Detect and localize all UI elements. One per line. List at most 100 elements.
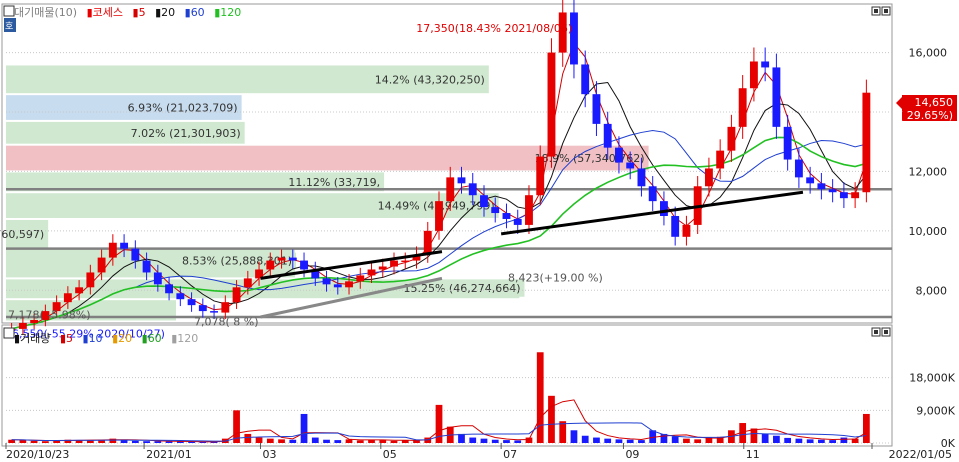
volume-profile-label-4: 1.24% (3,760,597) — [0, 228, 44, 241]
volume-bar-22 — [255, 437, 263, 443]
candle-body-44 — [502, 213, 511, 219]
legend-supply: 대기매물(10) — [14, 6, 77, 19]
volume-bar-23 — [266, 438, 274, 443]
candle-body-67 — [761, 61, 770, 68]
volume-bar-34 — [390, 440, 398, 443]
candle-body-17 — [198, 305, 207, 312]
volume-bar-35 — [401, 440, 409, 443]
candle-body-76 — [862, 92, 871, 193]
volume-bar-67 — [761, 433, 769, 443]
volume-bar-31 — [356, 440, 364, 443]
candle-body-65 — [738, 88, 747, 127]
volume-bar-43 — [491, 439, 499, 443]
candle-body-52 — [592, 94, 601, 124]
candle-body-34 — [390, 260, 398, 267]
volume-bar-47 — [536, 352, 544, 443]
volume-bar-66 — [750, 428, 758, 443]
candle-body-56 — [637, 168, 646, 187]
current-price-tag: 14,650 ( 29.65%) — [896, 95, 957, 122]
volume-bar-54 — [615, 439, 623, 443]
candle-body-8 — [97, 257, 106, 273]
volume-bar-41 — [469, 437, 477, 443]
volume-bar-44 — [503, 440, 510, 443]
candle-body-37 — [423, 230, 432, 255]
candle-body-69 — [783, 126, 792, 160]
candle-body-42 — [480, 195, 488, 208]
x-tick-label-1: 2021/01 — [146, 448, 192, 461]
volume-bar-30 — [345, 439, 353, 443]
candle-body-41 — [468, 183, 477, 196]
candle-body-24 — [277, 257, 286, 261]
price-tick-label-3: 10,000 — [909, 225, 948, 238]
legend-ma5: 5 — [139, 6, 146, 19]
volume-bar-13 — [154, 441, 162, 443]
legend-vol-ma5: 5 — [66, 332, 73, 345]
candle-body-71 — [806, 177, 815, 184]
volume-bar-59 — [671, 436, 679, 443]
current-price-change: ( 29.65%) — [899, 109, 953, 122]
candle-body-32 — [367, 269, 376, 276]
candle-body-46 — [525, 195, 533, 225]
candle-body-75 — [851, 192, 860, 199]
candle-body-29 — [333, 284, 342, 288]
candle-body-45 — [513, 218, 522, 225]
candle-body-23 — [266, 260, 275, 270]
candle-body-64 — [727, 126, 736, 151]
volume-bar-11 — [131, 440, 139, 443]
candle-body-68 — [772, 67, 781, 127]
volume-panel-icon[interactable] — [3, 327, 15, 339]
volume-bar-2 — [30, 440, 38, 443]
legend-ma60: 60 — [191, 6, 205, 19]
candle-body-63 — [716, 150, 725, 169]
candle-body-72 — [817, 183, 826, 190]
x-tick-label-5: 09 — [625, 448, 639, 461]
candle-body-26 — [300, 260, 308, 270]
annotation-3: 7,078( 8 %) — [194, 316, 259, 329]
volume-bar-52 — [593, 437, 600, 443]
candle-body-40 — [457, 177, 466, 184]
volume-bar-24 — [278, 439, 285, 443]
x-tick-label-3: 05 — [383, 448, 397, 461]
volume-bar-49 — [559, 421, 567, 443]
candle-body-7 — [86, 272, 95, 288]
candle-body-47 — [536, 156, 545, 196]
volume-bar-14 — [165, 441, 173, 443]
candle-body-60 — [682, 224, 691, 237]
volume-bar-7 — [86, 440, 94, 443]
volume-bar-74 — [840, 437, 848, 443]
stock-chart[interactable]: 15.25% (46,274,664)1.24% (3,760,597)11.1… — [0, 0, 959, 462]
x-tick-label-6: 11 — [746, 448, 760, 461]
candle-body-31 — [356, 275, 365, 282]
volume-bar-21 — [244, 433, 252, 443]
candle-body-51 — [581, 64, 590, 95]
candle-body-35 — [401, 260, 410, 263]
volume-bar-71 — [806, 439, 814, 443]
x-tick-label-7: 2022/01/05 — [889, 448, 952, 461]
candle-body-6 — [75, 287, 84, 294]
legend-volume: 거래량 — [20, 332, 50, 345]
current-price-value: 14,650 — [915, 96, 954, 109]
candle-body-9 — [108, 242, 117, 258]
candle-body-13 — [153, 272, 162, 285]
volume-bar-26 — [300, 413, 308, 443]
volume-bar-3 — [41, 441, 49, 443]
ho-badge-icon: 호 — [5, 21, 13, 32]
volume-bar-25 — [289, 439, 297, 443]
legend-ma120: 120 — [220, 6, 241, 19]
candle-body-21 — [243, 278, 252, 288]
price-tick-label-4: 8,000 — [916, 284, 948, 297]
legend-stock: 코세스 — [93, 6, 123, 19]
candle-body-73 — [828, 189, 837, 193]
volume-bar-1 — [19, 440, 27, 443]
candle-body-53 — [603, 123, 612, 148]
legend-vol-ma60: 60 — [148, 332, 162, 345]
volume-bar-50 — [570, 430, 578, 443]
volume-bar-28 — [323, 439, 330, 443]
candle-body-33 — [378, 266, 387, 270]
candle-body-5 — [63, 293, 72, 303]
volume-profile-label-8: 7.02% (21,301,903) — [131, 127, 241, 140]
volume-bar-55 — [626, 439, 634, 443]
volume-bar-48 — [548, 395, 555, 443]
candle-body-43 — [491, 207, 500, 214]
candle-body-74 — [839, 192, 848, 199]
